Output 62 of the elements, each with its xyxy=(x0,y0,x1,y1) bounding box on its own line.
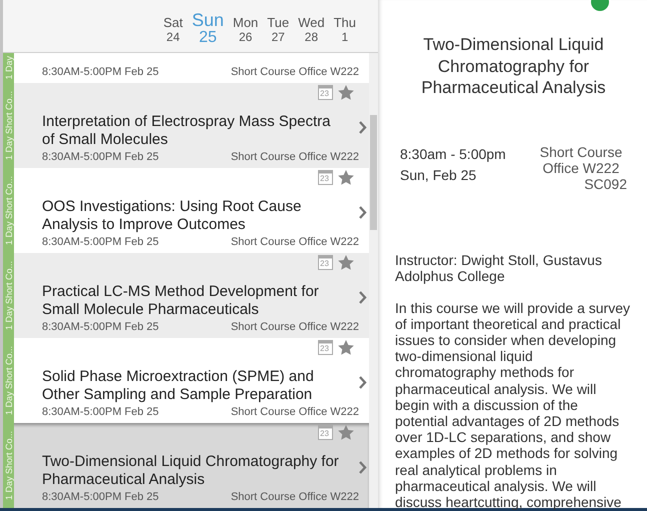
detail-time: 8:30am - 5:00pm xyxy=(400,144,506,164)
session-location: Short Course Office W222 xyxy=(230,491,359,503)
chevron-icon xyxy=(359,291,367,304)
session-location: Short Course Office W222 xyxy=(230,236,359,248)
star-icon[interactable] xyxy=(338,425,354,440)
day-tab[interactable]: Tue 27 xyxy=(267,10,290,52)
session-time: 8:30AM-5:00PM Feb 25 xyxy=(42,151,159,163)
calendar-icon[interactable] xyxy=(318,255,333,270)
session-title: OOS Investigations: Using Root Cause Analysis to Improve Outcomes xyxy=(42,198,302,234)
calendar-day: 23 xyxy=(320,259,329,269)
session-title: Practical LC-MS Method Development for Small Molecule Pharmaceuticals xyxy=(42,283,320,319)
day-tab[interactable]: Thu 1 xyxy=(334,10,356,52)
chevron-icon xyxy=(359,461,367,474)
session-time: 8:30AM-5:00PM Feb 25 xyxy=(42,321,159,333)
track-label: 1 Day Short Co... xyxy=(4,176,14,246)
track-label: 1 Day Short Co... xyxy=(4,430,14,500)
day-tab[interactable]: Sat 24 xyxy=(163,10,183,52)
track-label: 1 Day xyxy=(4,56,14,80)
star-icon[interactable] xyxy=(338,170,354,185)
chevron-icon xyxy=(359,121,367,134)
session-title: Interpretation of Electrospray Mass Spectra of Small Molecules xyxy=(42,113,332,149)
detail-date: Sun, Feb 25 xyxy=(400,166,478,184)
session-title: Solid Phase Microextraction (SPME) and Other Sampling and Sample Preparation xyxy=(42,368,315,404)
session-time: 8:30AM-5:00PM Feb 25 xyxy=(42,491,159,503)
scrollbar[interactable] xyxy=(369,53,378,508)
calendar-icon[interactable] xyxy=(318,340,333,355)
instructor-text: Instructor: Dwight Stoll, Gustavus Adolphus College xyxy=(395,252,603,284)
session-time: 8:30AM-5:00PM Feb 25 xyxy=(42,236,159,248)
day-tab[interactable]: Wed 28 xyxy=(298,10,325,52)
session-location: Short Course Office W222 xyxy=(230,151,359,163)
session-item[interactable]: 1 Day Short Co... 23 Practical LC-MS Method Development for Small Molecule Pharmaceuticals 8:30AM-5:00PM Feb 25 Short Course Office W222 xyxy=(3,253,369,338)
calendar-day: 23 xyxy=(320,344,329,354)
star-icon[interactable] xyxy=(338,85,354,100)
chevron-icon xyxy=(359,206,367,219)
track-label: 1 Day Short Co... xyxy=(4,90,14,160)
detail-title: Two-Dimensional Liquid Chromatography for Pharmaceutical Analysis xyxy=(420,34,607,98)
star-icon[interactable] xyxy=(338,255,354,270)
calendar-day: 23 xyxy=(320,89,329,99)
description-text: In this course we will provide a survey of important theoretical and practical issues to consider when developing two-dimensional liquid chromatography methods for pharmaceutical analysis. We will begin with a discussion of the potential advantages of 2D methods over 1D-LC separations, and show examples of 2D methods for solving real analytical problems in pharmaceutical analysis. We will discuss heartcutting, comprehensive xyxy=(395,300,631,510)
calendar-icon[interactable] xyxy=(318,425,333,440)
session-time: 8:30AM-5:00PM Feb 25 xyxy=(42,406,159,418)
track-label: 1 Day Short Co... xyxy=(4,260,14,330)
session-location: Short Course Office W222 xyxy=(230,321,359,333)
star-icon[interactable] xyxy=(338,340,354,355)
track-label: 1 Day Short Co... xyxy=(4,346,14,416)
day-tab[interactable]: Mon 26 xyxy=(232,10,258,52)
session-time: 8:30AM-5:00PM Feb 25 xyxy=(42,66,159,78)
session-title: Two-Dimensional Liquid Chromatography for Pharmaceutical Analysis xyxy=(42,453,340,489)
calendar-icon[interactable] xyxy=(318,170,333,185)
session-item[interactable]: 1 Day Short Co... 23 Interpretation of Electrospray Mass Spectra of Small Molecules 8:30AM-5:00PM Feb 25 Short Course Office W222 xyxy=(3,83,369,168)
session-code: SC092 xyxy=(583,176,627,192)
session-item[interactable]: 1 Day Short Co... 23 OOS Investigations: Using Root Cause Analysis to Improve Outcomes 8:30AM-5:00PM Feb 25 Short Course Office W222 xyxy=(3,168,369,253)
scrollbar-thumb[interactable] xyxy=(370,115,377,230)
calendar-icon[interactable] xyxy=(318,85,333,100)
detail-location: Short Course Office W222 xyxy=(538,144,624,176)
calendar-day: 23 xyxy=(320,174,329,184)
session-location: Short Course Office W222 xyxy=(230,406,359,418)
session-item[interactable]: 1 Day Short Co... 23 Two-Dimensional Liquid Chromatography for Pharmaceutical Analysis 8:30AM-5:00PM Feb 25 Short Course Office W222 xyxy=(3,423,369,508)
session-item[interactable]: 1 Day Short Co... 23 Solid Phase Microextraction (SPME) and Other Sampling and Sample Preparation 8:30AM-5:00PM Feb 25 Short Course Office W222 xyxy=(3,338,369,423)
calendar-day: 23 xyxy=(320,429,329,439)
chevron-icon xyxy=(359,376,367,389)
session-location: Short Course Office W222 xyxy=(230,66,359,78)
